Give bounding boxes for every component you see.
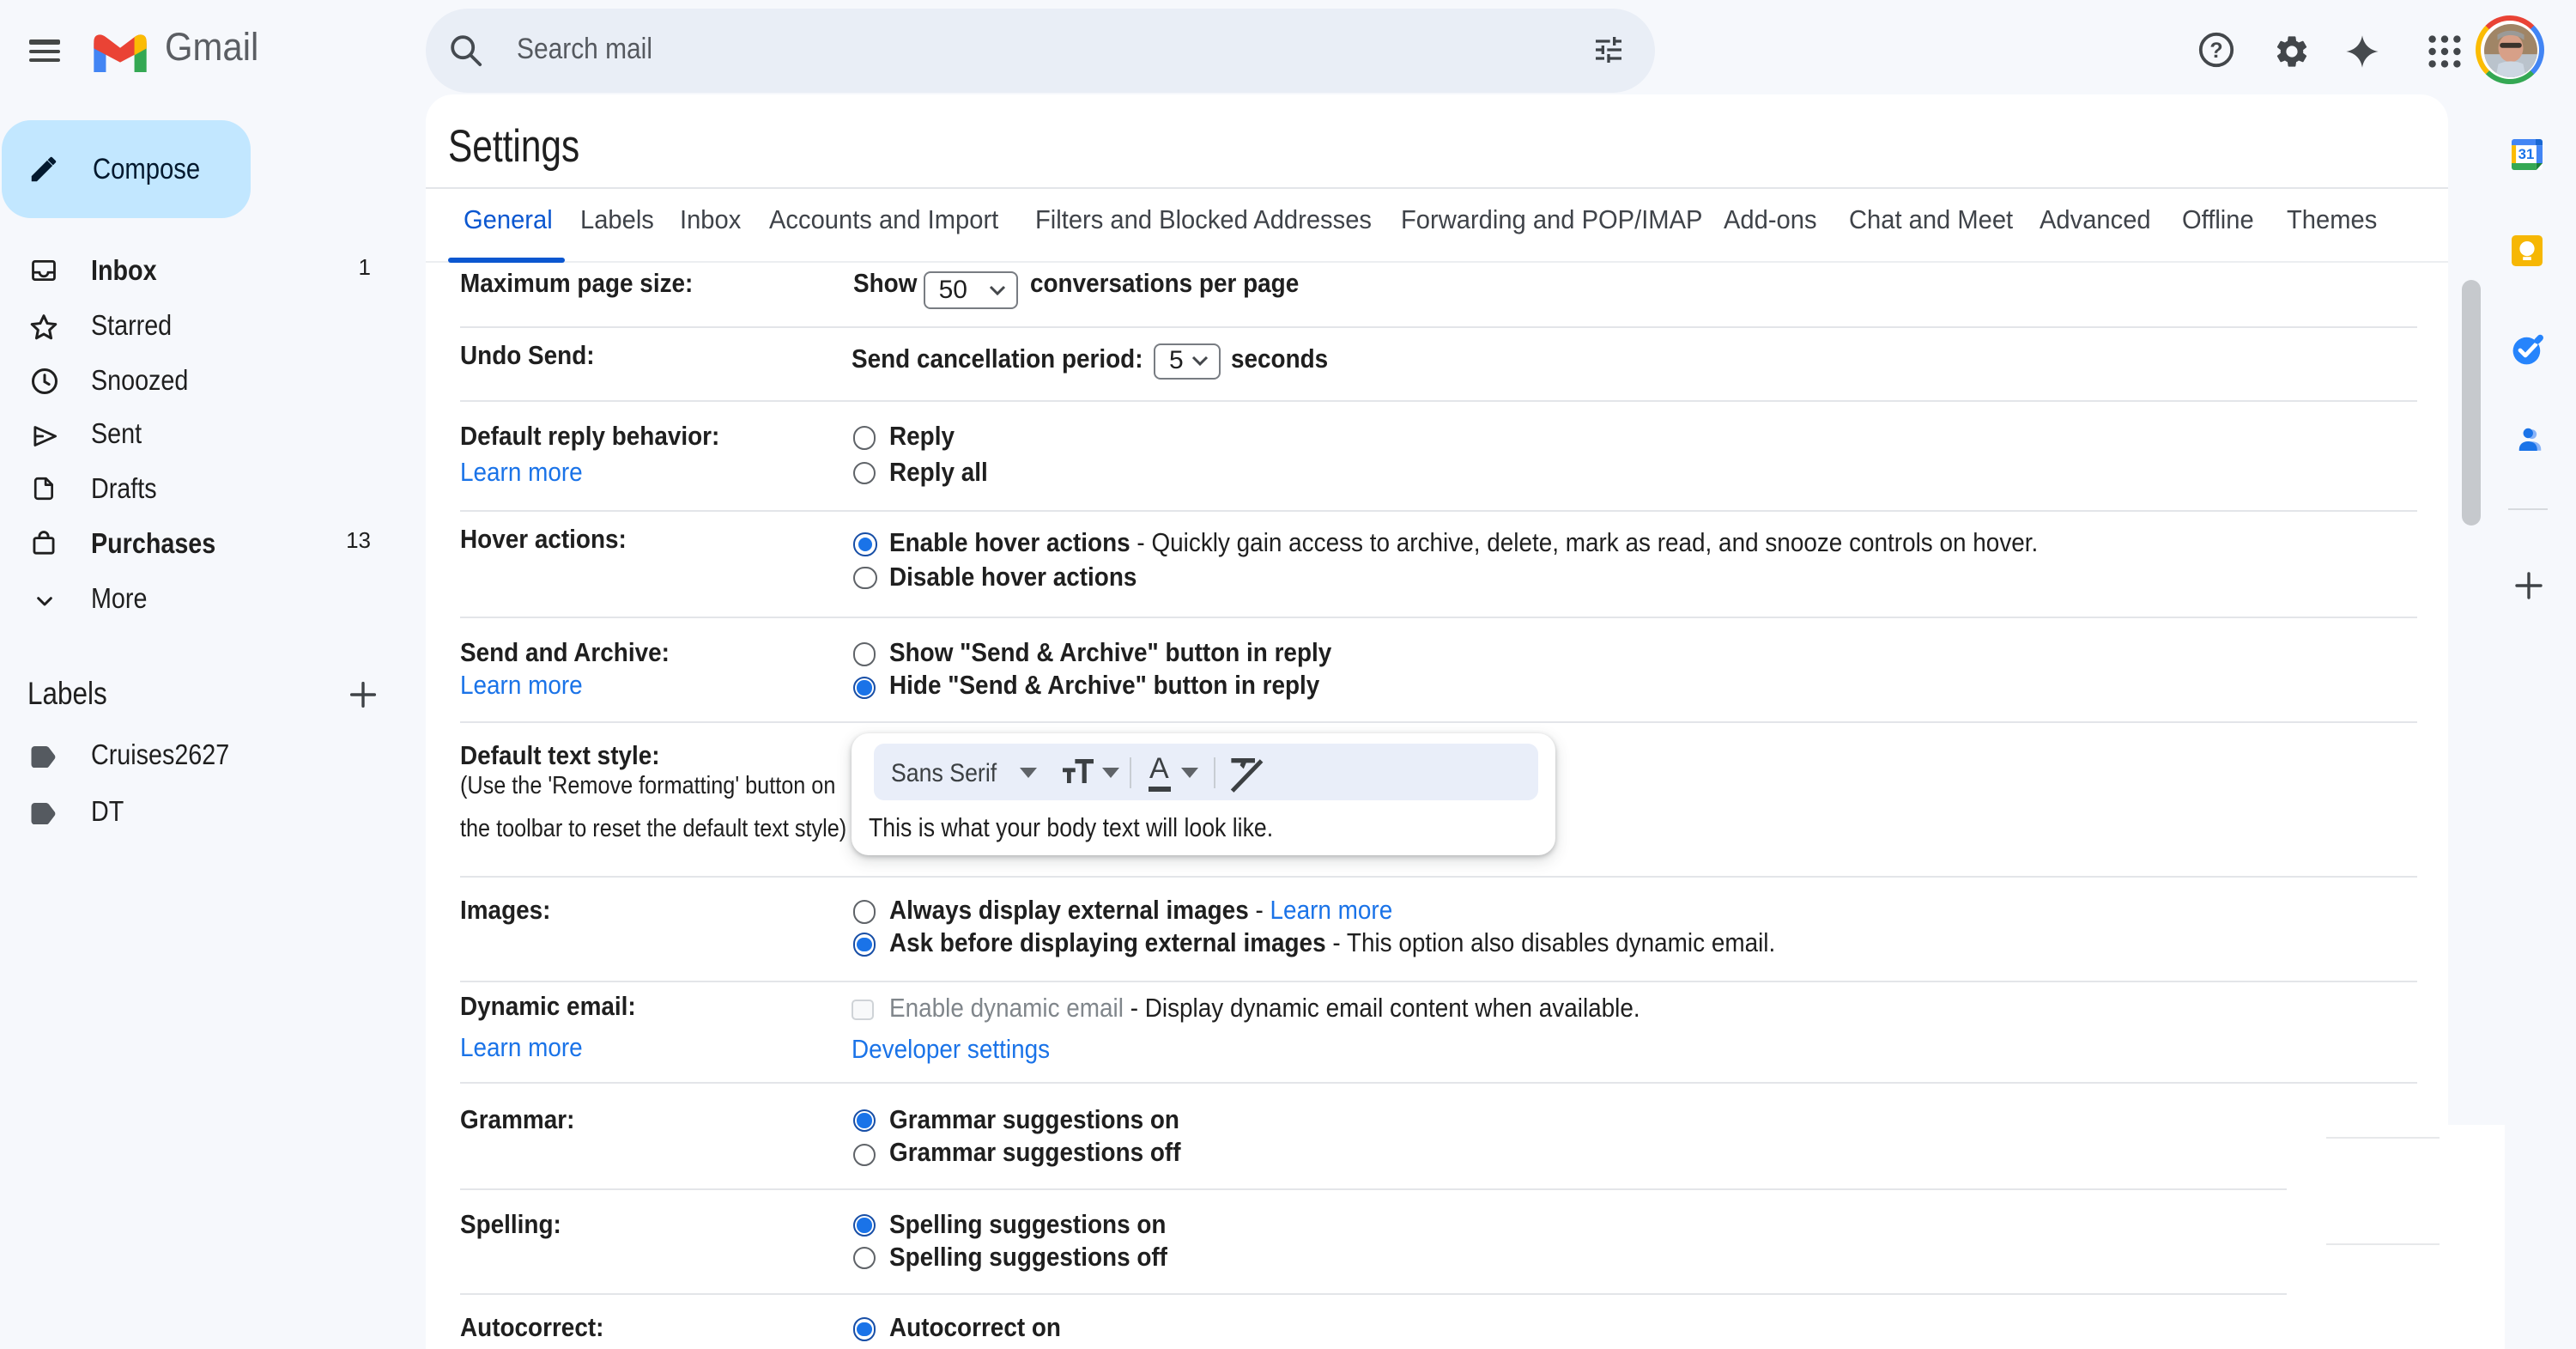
svg-text:?: ? — [2209, 39, 2222, 63]
svg-text:31: 31 — [2518, 145, 2535, 161]
